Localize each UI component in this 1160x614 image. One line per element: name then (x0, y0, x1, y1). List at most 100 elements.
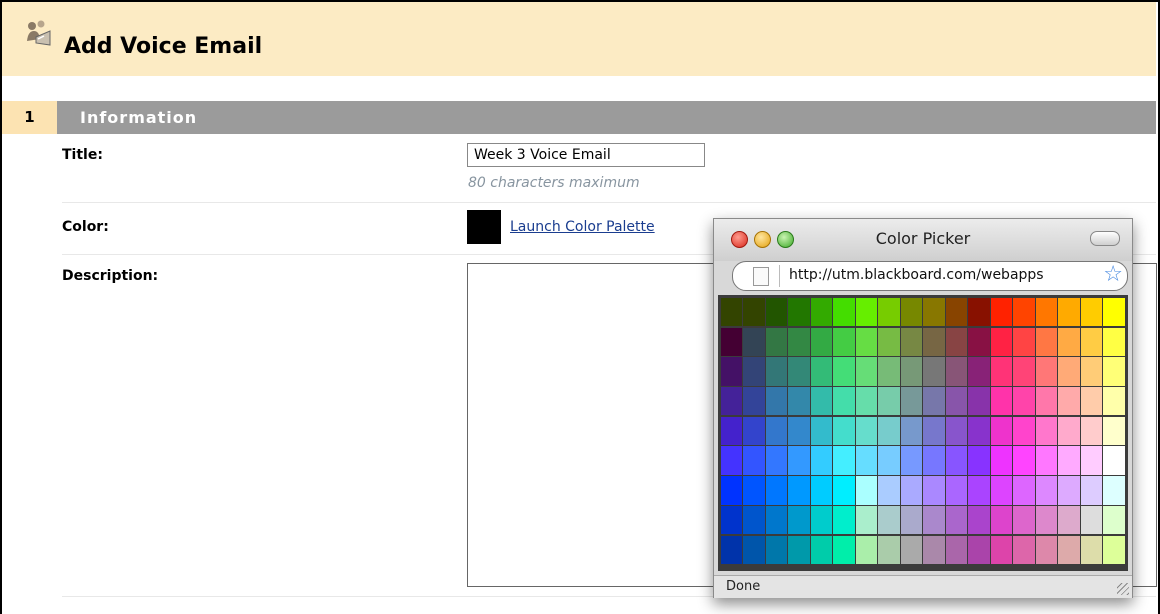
color-cell[interactable] (721, 387, 743, 416)
toolbar-toggle-button[interactable] (1090, 231, 1120, 246)
color-cell[interactable] (968, 357, 990, 386)
color-cell[interactable] (833, 535, 855, 564)
color-cell[interactable] (743, 505, 765, 535)
color-cell[interactable] (923, 387, 945, 416)
color-cell[interactable] (900, 327, 923, 357)
color-cell[interactable] (721, 327, 743, 357)
color-cell[interactable] (923, 505, 945, 535)
color-cell[interactable] (878, 505, 900, 535)
color-cell[interactable] (990, 446, 1013, 475)
color-cell[interactable] (968, 298, 990, 327)
color-cell[interactable] (900, 298, 923, 327)
color-cell[interactable] (743, 298, 765, 327)
color-cell[interactable] (990, 387, 1013, 416)
color-cell[interactable] (878, 446, 900, 475)
color-cell[interactable] (765, 387, 788, 416)
color-cell[interactable] (1013, 387, 1035, 416)
color-cell[interactable] (855, 416, 878, 446)
color-cell[interactable] (855, 476, 878, 505)
color-cell[interactable] (990, 327, 1013, 357)
color-cell[interactable] (788, 535, 810, 564)
color-cell[interactable] (833, 446, 855, 475)
color-cell[interactable] (1035, 505, 1058, 535)
color-cell[interactable] (900, 446, 923, 475)
color-cell[interactable] (721, 505, 743, 535)
color-cell[interactable] (855, 446, 878, 475)
color-cell[interactable] (833, 327, 855, 357)
color-cell[interactable] (833, 387, 855, 416)
color-cell[interactable] (833, 416, 855, 446)
color-cell[interactable] (878, 416, 900, 446)
color-cell[interactable] (1035, 327, 1058, 357)
color-cell[interactable] (765, 327, 788, 357)
color-cell[interactable] (743, 387, 765, 416)
color-cell[interactable] (743, 416, 765, 446)
color-cell[interactable] (1058, 446, 1080, 475)
color-cell[interactable] (788, 505, 810, 535)
color-cell[interactable] (1103, 387, 1125, 416)
color-cell[interactable] (743, 446, 765, 475)
color-cell[interactable] (743, 327, 765, 357)
color-cell[interactable] (810, 298, 833, 327)
color-cell[interactable] (1080, 535, 1103, 564)
color-cell[interactable] (968, 535, 990, 564)
color-cell[interactable] (721, 446, 743, 475)
color-cell[interactable] (1013, 298, 1035, 327)
color-cell[interactable] (968, 446, 990, 475)
color-cell[interactable] (833, 505, 855, 535)
color-cell[interactable] (878, 327, 900, 357)
color-cell[interactable] (923, 416, 945, 446)
color-cell[interactable] (855, 505, 878, 535)
color-cell[interactable] (878, 535, 900, 564)
color-cell[interactable] (1080, 505, 1103, 535)
color-cell[interactable] (1013, 416, 1035, 446)
color-cell[interactable] (945, 476, 968, 505)
color-cell[interactable] (923, 476, 945, 505)
color-cell[interactable] (855, 357, 878, 386)
bookmark-star-icon[interactable]: ☆ (1103, 263, 1123, 287)
color-cell[interactable] (1013, 327, 1035, 357)
color-cell[interactable] (810, 327, 833, 357)
color-cell[interactable] (721, 416, 743, 446)
color-cell[interactable] (990, 357, 1013, 386)
color-cell[interactable] (1080, 416, 1103, 446)
color-cell[interactable] (1013, 357, 1035, 386)
color-cell[interactable] (1103, 446, 1125, 475)
color-cell[interactable] (1035, 446, 1058, 475)
color-cell[interactable] (945, 446, 968, 475)
color-cell[interactable] (1080, 476, 1103, 505)
color-cell[interactable] (990, 535, 1013, 564)
color-cell[interactable] (721, 357, 743, 386)
color-cell[interactable] (900, 476, 923, 505)
color-cell[interactable] (968, 476, 990, 505)
color-cell[interactable] (1080, 446, 1103, 475)
color-cell[interactable] (990, 505, 1013, 535)
color-cell[interactable] (833, 357, 855, 386)
color-cell[interactable] (878, 387, 900, 416)
color-cell[interactable] (923, 446, 945, 475)
color-cell[interactable] (968, 327, 990, 357)
popup-title-bar[interactable]: Color Picker (714, 219, 1132, 261)
color-cell[interactable] (990, 476, 1013, 505)
color-cell[interactable] (1080, 298, 1103, 327)
color-cell[interactable] (945, 357, 968, 386)
color-cell[interactable] (1035, 535, 1058, 564)
color-cell[interactable] (900, 535, 923, 564)
color-cell[interactable] (990, 298, 1013, 327)
color-cell[interactable] (1103, 327, 1125, 357)
color-cell[interactable] (945, 416, 968, 446)
color-cell[interactable] (743, 476, 765, 505)
resize-grip-icon[interactable] (1117, 583, 1129, 595)
color-swatch[interactable] (467, 210, 501, 244)
color-cell[interactable] (765, 416, 788, 446)
color-cell[interactable] (923, 327, 945, 357)
color-cell[interactable] (765, 505, 788, 535)
color-cell[interactable] (1013, 535, 1035, 564)
color-cell[interactable] (1058, 476, 1080, 505)
color-cell[interactable] (1013, 476, 1035, 505)
color-cell[interactable] (900, 387, 923, 416)
color-cell[interactable] (765, 535, 788, 564)
color-cell[interactable] (945, 387, 968, 416)
color-cell[interactable] (1103, 416, 1125, 446)
color-cell[interactable] (945, 505, 968, 535)
